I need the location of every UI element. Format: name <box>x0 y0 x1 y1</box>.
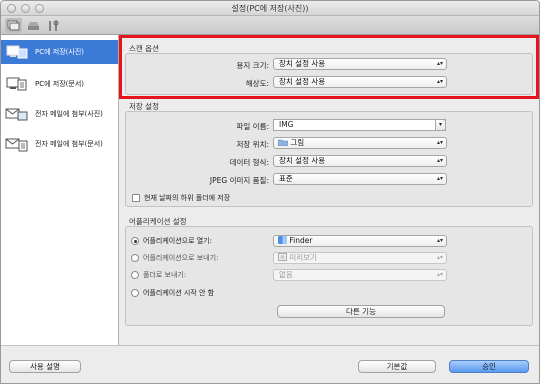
pc-save-document-icon <box>5 76 29 92</box>
send-to-app-popup[interactable]: 미리보기 ▴▾ <box>273 252 447 264</box>
updown-arrow-icon: ▴▾ <box>436 60 443 67</box>
data-format-label: 데이터 형식: <box>229 158 269 167</box>
do-not-start-app-radio[interactable] <box>131 289 139 297</box>
resolution-value: 장치 설정 사용 <box>279 77 326 86</box>
defaults-button[interactable]: 기본값 <box>358 360 436 373</box>
sidebar-item-label: 전자 메일에 첨부(문서) <box>35 140 103 148</box>
sidebar-item-email-photo[interactable]: 전자 메일에 첨부(사진) <box>1 102 118 126</box>
subfolder-checkbox[interactable] <box>132 194 140 202</box>
folder-icon <box>277 139 289 147</box>
file-name-label: 파일 이름: <box>236 122 269 131</box>
sidebar-item-pc-save-document[interactable]: PC에 저장(문서) <box>1 72 118 96</box>
sidebar-item-email-document[interactable]: 전자 메일에 첨부(문서) <box>1 132 118 156</box>
tab-general-settings[interactable] <box>45 18 62 33</box>
email-attach-icon <box>5 106 29 122</box>
tab-scan-from-panel[interactable] <box>25 18 42 33</box>
more-functions-button[interactable]: 다른 기능 <box>277 305 445 318</box>
tools-icon <box>49 20 59 31</box>
jpeg-quality-label: JPEG 이미지 품질: <box>209 176 269 185</box>
scan-computer-icon <box>7 20 20 31</box>
title-bar: 설정(PC에 저장(사진)) <box>1 1 539 16</box>
open-with-app-popup[interactable]: Finder ▴▾ <box>273 235 447 247</box>
paper-size-value: 장치 설정 사용 <box>279 59 326 68</box>
sidebar-item-pc-save-photo[interactable]: PC에 저장(사진) <box>1 40 118 64</box>
sidebar-item-label: PC에 저장(문서) <box>35 80 84 88</box>
ok-button[interactable]: 승인 <box>449 360 529 373</box>
save-in-label: 저장 위치: <box>236 140 269 149</box>
sidebar-item-label: PC에 저장(사진) <box>35 48 84 56</box>
send-to-folder-value: 없음 <box>279 270 293 279</box>
open-with-app-value: Finder <box>289 236 313 245</box>
paper-size-label: 용지 크기: <box>236 61 269 70</box>
send-to-app-label: 어플리케이션으로 보내기: <box>143 254 219 262</box>
sidebar-item-label: 전자 메일에 첨부(사진) <box>35 110 103 118</box>
resolution-label: 해상도: <box>245 79 269 88</box>
jpeg-quality-value: 표준 <box>279 174 293 183</box>
save-in-popup[interactable]: 그림 ▴▾ <box>273 137 447 149</box>
save-in-value: 그림 <box>290 138 305 147</box>
tab-scan-from-computer[interactable] <box>5 18 22 33</box>
preview-app-icon <box>278 253 287 261</box>
scanner-panel-icon <box>28 22 39 30</box>
sidebar: PC에 저장(사진) PC에 저장(문서) 전자 메일에 첨부(사진) 전자 메… <box>1 35 119 345</box>
instructions-button[interactable]: 사용 설명 <box>9 360 81 373</box>
file-name-combo[interactable]: IMG ▾ <box>273 119 446 131</box>
open-with-app-label: 어플리케이션으로 열기: <box>143 237 212 245</box>
email-attach-icon <box>5 136 29 152</box>
file-name-value: IMG <box>279 120 294 129</box>
send-to-app-value: 미리보기 <box>289 253 317 262</box>
do-not-start-app-label: 어플리케이션 시작 안 함 <box>143 289 215 297</box>
paper-size-popup[interactable]: 장치 설정 사용 ▴▾ <box>273 58 447 70</box>
send-to-app-radio[interactable] <box>131 254 139 262</box>
toolbar <box>1 16 539 35</box>
updown-arrow-icon: ▴▾ <box>436 157 443 164</box>
updown-arrow-icon: ▴▾ <box>436 78 443 85</box>
settings-window: 설정(PC에 저장(사진)) PC에 저장(사진) PC에 저장(문서) 전자 … <box>0 0 540 384</box>
open-with-app-radio[interactable] <box>131 237 139 245</box>
send-to-folder-radio[interactable] <box>131 271 139 279</box>
jpeg-quality-popup[interactable]: 표준 ▴▾ <box>273 173 447 185</box>
updown-arrow-icon: ▴▾ <box>436 237 443 244</box>
data-format-value: 장치 설정 사용 <box>279 156 326 165</box>
data-format-popup[interactable]: 장치 설정 사용 ▴▾ <box>273 155 447 167</box>
subfolder-checkbox-label: 현재 날짜의 하위 폴더에 저장 <box>144 194 231 202</box>
updown-arrow-icon: ▴▾ <box>436 271 443 278</box>
updown-arrow-icon: ▴▾ <box>436 139 443 146</box>
finder-icon <box>278 236 287 244</box>
send-to-folder-label: 폴더로 보내기: <box>143 271 187 279</box>
updown-arrow-icon: ▴▾ <box>436 254 443 261</box>
window-title: 설정(PC에 저장(사진)) <box>231 4 309 13</box>
pc-save-photo-icon <box>5 44 29 60</box>
chevron-down-icon[interactable]: ▾ <box>435 119 446 131</box>
updown-arrow-icon: ▴▾ <box>436 175 443 182</box>
send-to-folder-popup[interactable]: 없음 ▴▾ <box>273 269 447 281</box>
resolution-popup[interactable]: 장치 설정 사용 ▴▾ <box>273 76 447 88</box>
